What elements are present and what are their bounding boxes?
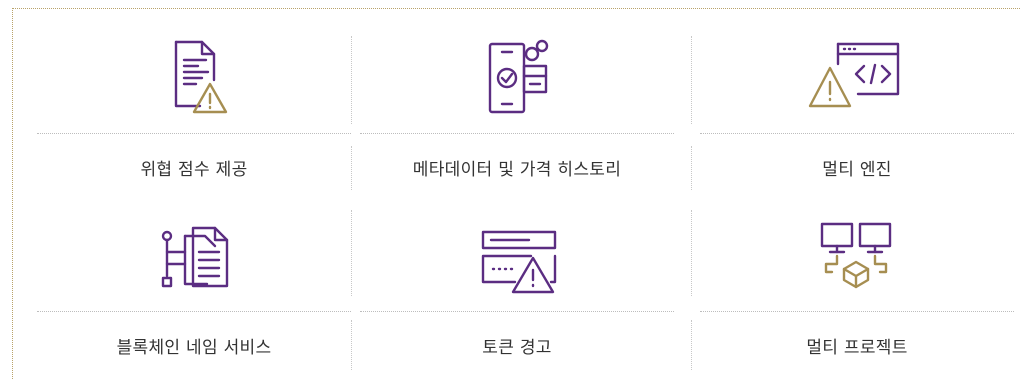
card-warning-icon [360, 196, 674, 294]
column-divider [691, 320, 692, 370]
document-warning-icon [37, 18, 351, 114]
divider-line [37, 311, 351, 312]
divider-line [37, 133, 351, 134]
feature-multi-engine: 멀티 엔진 [700, 18, 1014, 189]
feature-threat-score: 위협 점수 제공 [37, 18, 351, 189]
divider-line [700, 311, 1014, 312]
divider-line [360, 311, 674, 312]
feature-label: 멀티 프로젝트 [806, 338, 908, 358]
feature-label: 멀티 엔진 [822, 160, 892, 180]
feature-label: 토큰 경고 [482, 338, 552, 358]
feature-multi-project: 멀티 프로젝트 [700, 196, 1014, 367]
column-divider [691, 210, 692, 296]
column-divider [351, 146, 352, 190]
column-divider [691, 146, 692, 190]
feature-metadata-price-history: 메타데이터 및 가격 히스토리 [360, 18, 674, 189]
phone-check-data-icon [360, 18, 674, 114]
feature-label: 메타데이터 및 가격 히스토리 [412, 160, 622, 180]
feature-token-warning: 토큰 경고 [360, 196, 674, 367]
code-window-warning-icon [700, 18, 1014, 114]
monitors-cube-icon [700, 196, 1014, 292]
divider-line [700, 133, 1014, 134]
column-divider [351, 320, 352, 370]
feature-label: 블록체인 네임 서비스 [116, 338, 272, 358]
column-divider [351, 210, 352, 296]
column-divider [691, 36, 692, 124]
feature-blockchain-name-service: 블록체인 네임 서비스 [37, 196, 351, 367]
feature-label: 위협 점수 제공 [140, 160, 248, 180]
network-documents-icon [37, 196, 351, 292]
column-divider [351, 36, 352, 124]
divider-line [360, 133, 674, 134]
